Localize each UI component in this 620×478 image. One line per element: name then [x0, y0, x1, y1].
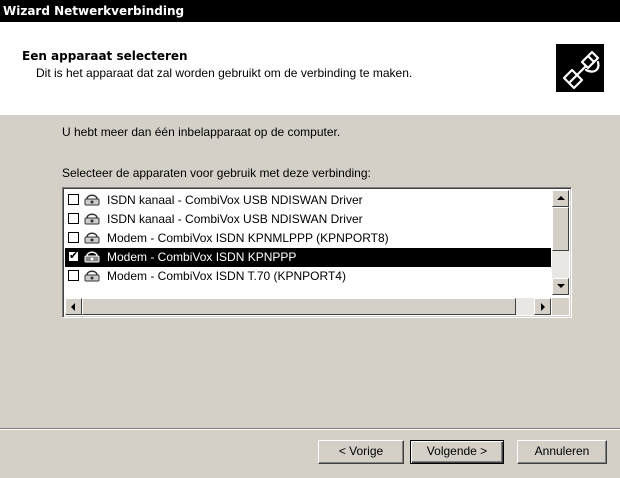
- horizontal-scrollbar[interactable]: [65, 298, 551, 315]
- next-button[interactable]: Volgende >: [410, 440, 504, 464]
- page-title: Een apparaat selecteren: [22, 49, 188, 63]
- checkmark-icon: ✔: [69, 250, 79, 262]
- cancel-button[interactable]: Annuleren: [517, 440, 607, 464]
- device-label: ISDN kanaal - CombiVox USB NDISWAN Drive…: [107, 193, 363, 207]
- intro-text: U hebt meer dan één inbelapparaat op de …: [62, 125, 341, 139]
- arrow-down-icon: [557, 284, 565, 288]
- device-checkbox[interactable]: ✔: [68, 250, 79, 262]
- footer-divider-highlight: [0, 429, 620, 430]
- back-button-label: < Vorige: [338, 444, 384, 458]
- arrow-up-icon: [557, 196, 565, 200]
- scroll-right-button[interactable]: [534, 298, 551, 315]
- arrow-right-icon: [541, 303, 545, 311]
- modem-icon: [84, 194, 100, 206]
- vertical-scroll-thumb[interactable]: [552, 207, 569, 251]
- list-item[interactable]: ISDN kanaal - CombiVox USB NDISWAN Drive…: [65, 191, 551, 210]
- list-item[interactable]: Modem - CombiVox ISDN T.70 (KPNPORT4): [65, 267, 551, 286]
- vertical-scrollbar[interactable]: [552, 190, 569, 295]
- list-item[interactable]: ✔ Modem - CombiVox ISDN KPNPPP: [65, 248, 551, 267]
- arrow-left-icon: [71, 303, 75, 311]
- device-checkbox[interactable]: [68, 232, 79, 243]
- device-label: Modem - CombiVox ISDN KPNPPP: [107, 250, 297, 264]
- back-button[interactable]: < Vorige: [318, 440, 404, 464]
- device-checkbox[interactable]: [68, 213, 79, 224]
- window-title: Wizard Netwerkverbinding: [3, 4, 185, 18]
- scroll-up-button[interactable]: [552, 190, 569, 207]
- device-list-rows: ISDN kanaal - CombiVox USB NDISWAN Drive…: [65, 191, 551, 286]
- modem-icon: [84, 251, 100, 263]
- device-checkbox[interactable]: [68, 270, 79, 281]
- scrollbar-corner: [552, 298, 569, 315]
- device-label: Modem - CombiVox ISDN KPNMLPPP (KPNPORT8…: [107, 231, 389, 245]
- page-subtitle: Dit is het apparaat dat zal worden gebru…: [36, 66, 413, 80]
- modem-icon: [84, 213, 100, 225]
- header-divider: [0, 114, 620, 115]
- scroll-down-button[interactable]: [552, 278, 569, 295]
- device-label: ISDN kanaal - CombiVox USB NDISWAN Drive…: [107, 212, 363, 226]
- cancel-button-label: Annuleren: [534, 444, 590, 458]
- title-bar[interactable]: Wizard Netwerkverbinding: [0, 0, 620, 22]
- phone-cable-icon: [556, 44, 604, 92]
- scroll-left-button[interactable]: [65, 298, 82, 315]
- next-button-label: Volgende >: [426, 444, 488, 458]
- wizard-header: Een apparaat selecteren Dit is het appar…: [0, 22, 620, 115]
- device-checkbox[interactable]: [68, 194, 79, 205]
- modem-icon: [84, 232, 100, 244]
- horizontal-scroll-thumb[interactable]: [82, 298, 516, 315]
- device-list[interactable]: ISDN kanaal - CombiVox USB NDISWAN Drive…: [62, 187, 572, 318]
- select-label: Selecteer de apparaten voor gebruik met …: [62, 166, 371, 180]
- list-item[interactable]: Modem - CombiVox ISDN KPNMLPPP (KPNPORT8…: [65, 229, 551, 248]
- device-label: Modem - CombiVox ISDN T.70 (KPNPORT4): [107, 269, 346, 283]
- modem-icon: [84, 270, 100, 282]
- list-item[interactable]: ISDN kanaal - CombiVox USB NDISWAN Drive…: [65, 210, 551, 229]
